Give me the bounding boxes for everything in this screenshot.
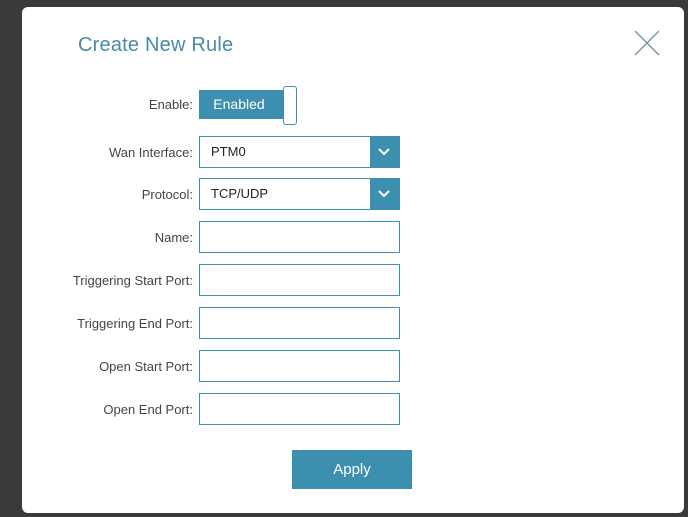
wan-interface-label: Wan Interface: [108, 145, 193, 160]
create-rule-dialog: Create New Rule Enable: Enabled Wan Inte… [22, 7, 684, 513]
toggle-knob [283, 86, 297, 125]
close-icon[interactable] [633, 29, 661, 57]
wan-interface-value: PTM0 [211, 144, 246, 159]
dialog-title: Create New Rule [78, 34, 234, 56]
open-end-port-label: Open End Port: [103, 402, 193, 417]
chevron-down-icon [370, 179, 399, 209]
triggering-end-port-label: Triggering End Port: [77, 316, 193, 331]
open-start-port-input[interactable] [199, 350, 400, 382]
wan-interface-select[interactable]: PTM0 [199, 136, 400, 168]
triggering-end-port-input[interactable] [199, 307, 400, 339]
triggering-start-port-input[interactable] [199, 264, 400, 296]
enable-label: Enable: [148, 97, 193, 112]
open-start-port-label: Open Start Port: [99, 359, 193, 374]
protocol-select[interactable]: TCP/UDP [199, 178, 400, 210]
enable-toggle[interactable]: Enabled [199, 86, 300, 126]
protocol-value: TCP/UDP [211, 186, 269, 201]
protocol-label: Protocol: [141, 187, 193, 202]
open-end-port-input[interactable] [199, 393, 400, 425]
enable-toggle-text: Enabled [199, 90, 285, 119]
triggering-start-port-label: Triggering Start Port: [72, 273, 193, 288]
name-input[interactable] [199, 221, 400, 253]
name-label: Name: [154, 230, 193, 245]
apply-button[interactable]: Apply [292, 450, 412, 489]
chevron-down-icon [370, 137, 399, 167]
